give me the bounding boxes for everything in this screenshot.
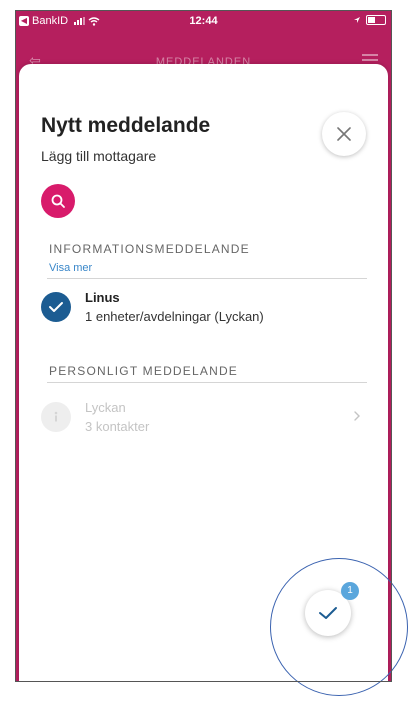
check-icon [49,302,63,312]
sheet-subtitle: Lägg till mottagare [41,148,157,164]
status-time: 12:44 [189,15,218,27]
personal-section-header: PERSONLIGT MEDDELANDE [49,364,239,378]
recipient-count-badge: 1 [341,582,359,600]
information-section-header: INFORMATIONSMEDDELANDE [49,242,250,256]
recipient-name: Lyckan [85,400,126,415]
recipient-name: Linus [85,290,120,305]
recipient-text: Lyckan 3 kontakter [85,400,149,434]
recipient-lyckan[interactable]: Lyckan 3 kontakter [41,400,149,434]
divider [47,382,367,383]
status-right [353,15,386,25]
selected-checkbox[interactable] [41,292,71,322]
battery-icon [366,15,386,25]
show-more-link[interactable]: Visa mer [49,262,92,274]
recipient-text: Linus 1 enheter/avdelningar (Lyckan) [85,290,264,324]
search-icon [51,194,65,208]
sheet-title: Nytt meddelande [41,114,211,137]
close-icon [337,127,351,141]
recipient-detail: 3 kontakter [85,419,150,434]
recipient-detail: 1 enheter/avdelningar (Lyckan) [85,309,264,324]
recipient-linus[interactable]: Linus 1 enheter/avdelningar (Lyckan) [41,290,264,324]
unselected-checkbox[interactable] [41,402,71,432]
new-message-sheet: Nytt meddelande Lägg till mottagare INFO… [19,64,388,682]
search-button[interactable] [41,184,75,218]
location-icon [354,17,360,23]
divider [47,278,367,279]
close-button[interactable] [322,112,366,156]
phone-screen: ◀ BankID 12:44 ⇦ MEDDELANDEN Nytt meddel… [15,10,392,682]
chevron-right-icon[interactable] [353,410,361,422]
check-icon [319,607,337,619]
status-bar: ◀ BankID 12:44 [15,10,392,34]
info-icon [54,411,58,422]
